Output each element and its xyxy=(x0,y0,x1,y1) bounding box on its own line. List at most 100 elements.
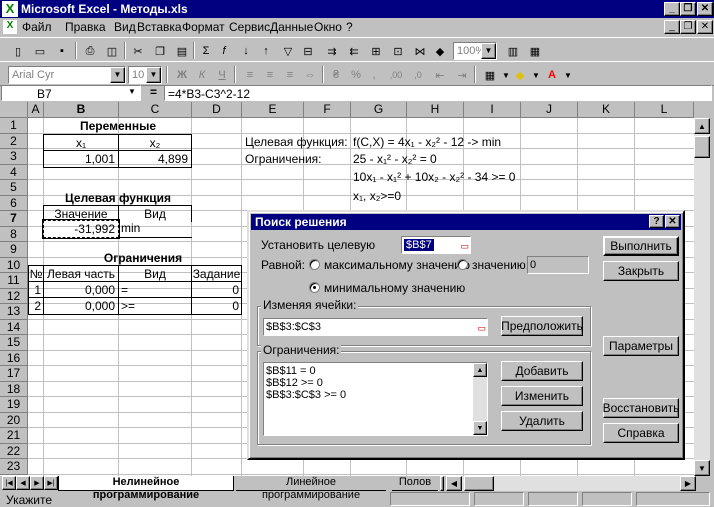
column-header[interactable]: B xyxy=(44,102,119,118)
delete-button[interactable]: Удалить xyxy=(501,411,583,431)
menu-file[interactable]: Файл xyxy=(22,20,52,34)
autosum-icon[interactable]: Σ xyxy=(196,42,216,60)
row-header[interactable]: 22 xyxy=(0,444,28,459)
chevron-down-icon[interactable]: ▼ xyxy=(110,67,125,83)
list-item[interactable]: $B$12 >= 0 xyxy=(266,377,487,389)
chart-icon[interactable]: ▥ xyxy=(503,42,523,60)
collapse-dialog-icon[interactable]: ▭ xyxy=(460,238,469,254)
x2-label[interactable]: x₂ xyxy=(119,134,192,151)
vertical-scrollbar[interactable]: ▲ ▼ xyxy=(694,118,710,476)
menu-edit[interactable]: Правка xyxy=(65,20,106,34)
row-header[interactable]: 19 xyxy=(0,397,28,413)
guess-button[interactable]: Предположить xyxy=(501,316,583,336)
help-icon[interactable]: ? xyxy=(649,215,664,228)
decrease-decimal-icon[interactable]: ,0 xyxy=(408,66,428,84)
constraint-kind[interactable]: >= xyxy=(119,297,192,315)
row-header[interactable]: 6 xyxy=(0,196,28,211)
objective-value-cell[interactable]: -31,992 xyxy=(42,219,120,239)
row-header[interactable]: 7 xyxy=(0,211,28,227)
column-header[interactable]: G xyxy=(351,102,407,118)
menu-format[interactable]: Формат xyxy=(182,20,225,34)
constraint-header-target[interactable]: Задание xyxy=(192,265,242,282)
row-header[interactable]: 8 xyxy=(0,227,28,242)
change-button[interactable]: Изменить xyxy=(501,386,583,406)
sort-asc-icon[interactable]: ↓ xyxy=(236,42,256,60)
percent-icon[interactable]: % xyxy=(346,66,366,84)
first-sheet-icon[interactable]: |◀ xyxy=(2,476,16,490)
row-header[interactable]: 23 xyxy=(0,459,28,475)
filter-icon[interactable]: ▽ xyxy=(278,42,298,60)
pivot-icon[interactable]: ⋈ xyxy=(410,42,430,60)
radio-value-label[interactable]: значению: xyxy=(472,258,529,272)
objective-caption[interactable]: Целевая функция: xyxy=(245,134,348,150)
x1-value[interactable]: 1,001 xyxy=(43,150,119,168)
constraint-formula-1[interactable]: 25 - x₁² - x₂² = 0 xyxy=(353,151,437,167)
cut-icon[interactable]: ✂ xyxy=(128,42,148,60)
close-button[interactable]: Закрыть xyxy=(603,261,679,281)
scroll-right-icon[interactable]: ▶ xyxy=(680,476,696,491)
merge-icon[interactable]: ⇔ xyxy=(300,66,320,84)
menu-help[interactable]: ? xyxy=(346,20,353,34)
radio-min[interactable] xyxy=(309,282,320,293)
constraint-target[interactable]: 0 xyxy=(192,297,242,315)
column-header[interactable]: A xyxy=(28,102,44,118)
menu-window[interactable]: Окно xyxy=(314,20,342,34)
name-box[interactable]: B7 ▼ xyxy=(1,85,141,101)
formula-input[interactable]: =4*B3-C3^2-12 xyxy=(164,85,712,101)
value-field[interactable]: 0 xyxy=(527,256,589,274)
x2-value[interactable]: 4,899 xyxy=(119,150,192,168)
row-header[interactable]: 12 xyxy=(0,289,28,304)
constraint-target[interactable]: 0 xyxy=(192,281,242,298)
new-icon[interactable]: ▯ xyxy=(8,42,28,60)
outdent-icon[interactable]: ⇤ xyxy=(430,66,450,84)
target-cell-field[interactable]: $B$7 ▭ xyxy=(401,236,471,254)
constraints-caption[interactable]: Ограничения: xyxy=(245,151,321,167)
row-header[interactable]: 4 xyxy=(0,165,28,180)
select-all-corner[interactable] xyxy=(0,102,28,118)
next-sheet-icon[interactable]: ▶ xyxy=(30,476,44,490)
paste-icon[interactable]: ▤ xyxy=(172,42,192,60)
sheet-tab[interactable]: Линейное программирование xyxy=(236,476,386,501)
scroll-down-icon[interactable]: ▼ xyxy=(694,460,710,476)
workbook-icon[interactable]: X xyxy=(3,20,17,34)
row-header[interactable]: 18 xyxy=(0,382,28,397)
constraint-header-left[interactable]: Левая часть xyxy=(44,265,119,282)
chevron-down-icon[interactable]: ▼ xyxy=(146,67,161,83)
objective-formula[interactable]: f(C,X) = 4x₁ - x₂² - 12 -> min xyxy=(353,134,501,150)
sheet-tab[interactable]: Полов xyxy=(392,476,438,491)
column-header[interactable]: H xyxy=(407,102,464,118)
tab-split-handle[interactable] xyxy=(440,476,444,491)
row-header[interactable]: 11 xyxy=(0,273,28,289)
outline-icon[interactable]: ⊟ xyxy=(298,42,318,60)
column-header[interactable]: D xyxy=(192,102,242,118)
constraint-formula-2[interactable]: 10x₁ - x₁² + 10x₂ - x₂² - 34 >= 0 xyxy=(353,169,515,185)
maximize-icon[interactable]: ❐ xyxy=(680,2,696,16)
font-select[interactable]: Arial Cyr ▼ xyxy=(8,66,126,84)
doc-restore-icon[interactable]: ❐ xyxy=(680,20,696,34)
doc-minimize-icon[interactable]: _ xyxy=(664,20,680,34)
menu-view[interactable]: Вид xyxy=(114,20,136,34)
chevron-down-icon[interactable]: ▼ xyxy=(125,87,139,100)
column-header[interactable]: E xyxy=(242,102,304,118)
constraint-left[interactable]: 0,000 xyxy=(44,281,119,298)
doc-close-icon[interactable]: ✕ xyxy=(697,20,713,34)
hide-detail-icon[interactable]: ⊡ xyxy=(388,42,408,60)
row-header[interactable]: 9 xyxy=(0,242,28,258)
row-header[interactable]: 20 xyxy=(0,413,28,428)
row-header[interactable]: 1 xyxy=(0,118,28,134)
objective-kind-cell[interactable]: min xyxy=(119,220,192,238)
constraint-formula-3[interactable]: x₁, x₂>=0 xyxy=(353,188,401,204)
list-item[interactable]: $B$3:$C$3 >= 0 xyxy=(266,389,487,401)
save-icon[interactable]: ▪ xyxy=(52,42,72,60)
scroll-down-icon[interactable]: ▼ xyxy=(473,421,487,435)
grid-icon[interactable]: ▦ xyxy=(525,42,545,60)
last-sheet-icon[interactable]: ▶| xyxy=(44,476,58,490)
close-icon[interactable]: ✕ xyxy=(665,215,680,228)
list-item[interactable]: $B$11 = 0 xyxy=(266,365,487,377)
constraint-header-n[interactable]: № xyxy=(28,265,44,282)
scroll-left-icon[interactable]: ◀ xyxy=(446,476,462,491)
zoom-select[interactable]: 100% ▼ xyxy=(453,42,497,60)
chevron-down-icon[interactable]: ▼ xyxy=(558,66,578,84)
minimize-icon[interactable]: _ xyxy=(664,2,680,16)
ungroup-icon[interactable]: ⇇ xyxy=(344,42,364,60)
